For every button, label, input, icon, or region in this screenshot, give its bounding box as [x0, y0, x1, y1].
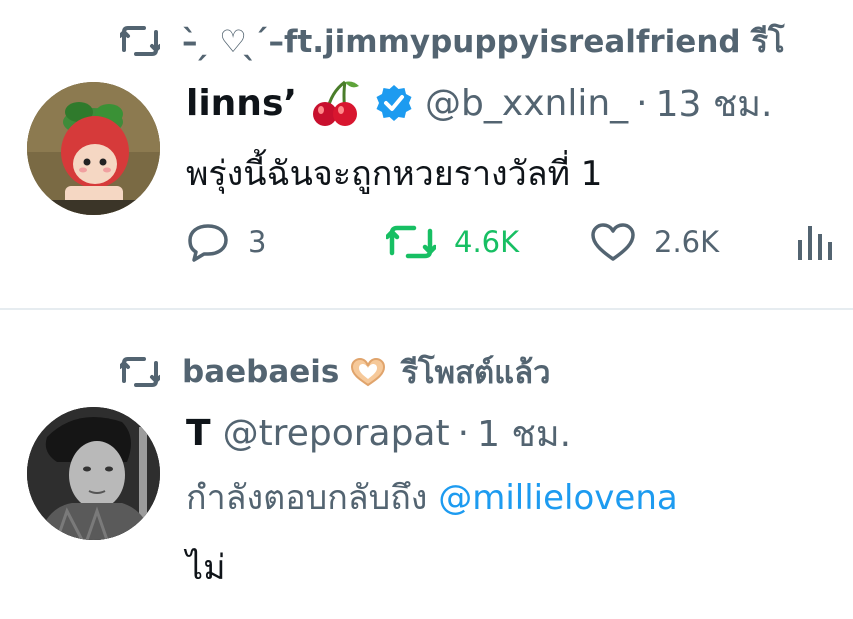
- retweet-button[interactable]: 4.6K: [386, 220, 519, 264]
- retweet-icon: [120, 355, 160, 389]
- separator-dot: ·: [457, 412, 470, 454]
- tweet-item[interactable]: –̀ ̗ ♡ ̖ ́–ft.jimmypuppyisrealfriend รีโ…: [0, 0, 853, 309]
- reply-icon: [186, 222, 230, 262]
- handle[interactable]: @treporapat: [223, 413, 450, 454]
- retweeted-by-name[interactable]: –̀ ̗ ♡ ̖ ́–ft.jimmypuppyisrealfriend รีโ: [182, 16, 785, 66]
- tweet-header: linns’ @b_xxnlin_ · 13 ชม.: [186, 78, 772, 128]
- replying-to-label: กำลังตอบกลับถึง: [186, 478, 428, 518]
- display-name[interactable]: T: [186, 413, 211, 454]
- retweet-icon: [386, 223, 436, 261]
- like-button[interactable]: 2.6K: [590, 220, 719, 264]
- tweet-header: T @treporapat · 1 ชม.: [186, 408, 571, 458]
- retweet-context[interactable]: baebaeis รีโพสต์แล้ว: [120, 350, 551, 394]
- reply-button[interactable]: 3: [186, 220, 266, 264]
- reply-mention-link[interactable]: @millielovena: [438, 478, 678, 518]
- analytics-icon: [796, 222, 836, 262]
- tweet-text: ไม่: [186, 548, 226, 588]
- retweet-label: รีโพสต์แล้ว: [401, 355, 551, 391]
- heart-hands-emoji-icon: [349, 357, 387, 387]
- retweet-count: 4.6K: [454, 225, 520, 259]
- avatar[interactable]: [27, 407, 160, 540]
- analytics-button[interactable]: [796, 220, 836, 264]
- reply-count: 3: [248, 225, 267, 259]
- retweet-context[interactable]: –̀ ̗ ♡ ̖ ́–ft.jimmypuppyisrealfriend รีโ: [120, 19, 795, 63]
- timestamp[interactable]: 13 ชม.: [656, 75, 773, 132]
- replying-to: กำลังตอบกลับถึง @millielovena: [186, 470, 678, 524]
- avatar[interactable]: [27, 82, 160, 215]
- display-name[interactable]: linns’: [186, 83, 297, 124]
- retweet-icon: [120, 24, 160, 58]
- handle[interactable]: @b_xxnlin_: [425, 83, 628, 124]
- heart-icon: [590, 222, 636, 262]
- separator-dot: ·: [636, 82, 648, 124]
- tweet-actions: 3 4.6K 2.6K: [186, 220, 846, 264]
- like-count: 2.6K: [654, 225, 720, 259]
- verified-badge-icon: [375, 84, 413, 122]
- retweeted-by-name[interactable]: baebaeis: [182, 354, 339, 390]
- cherry-emoji-icon: [309, 78, 361, 128]
- tweet-text: พรุ่งนี้ฉันจะถูกหวยรางวัลที่ 1: [186, 154, 603, 194]
- divider: [0, 308, 853, 310]
- timestamp[interactable]: 1 ชม.: [477, 405, 571, 462]
